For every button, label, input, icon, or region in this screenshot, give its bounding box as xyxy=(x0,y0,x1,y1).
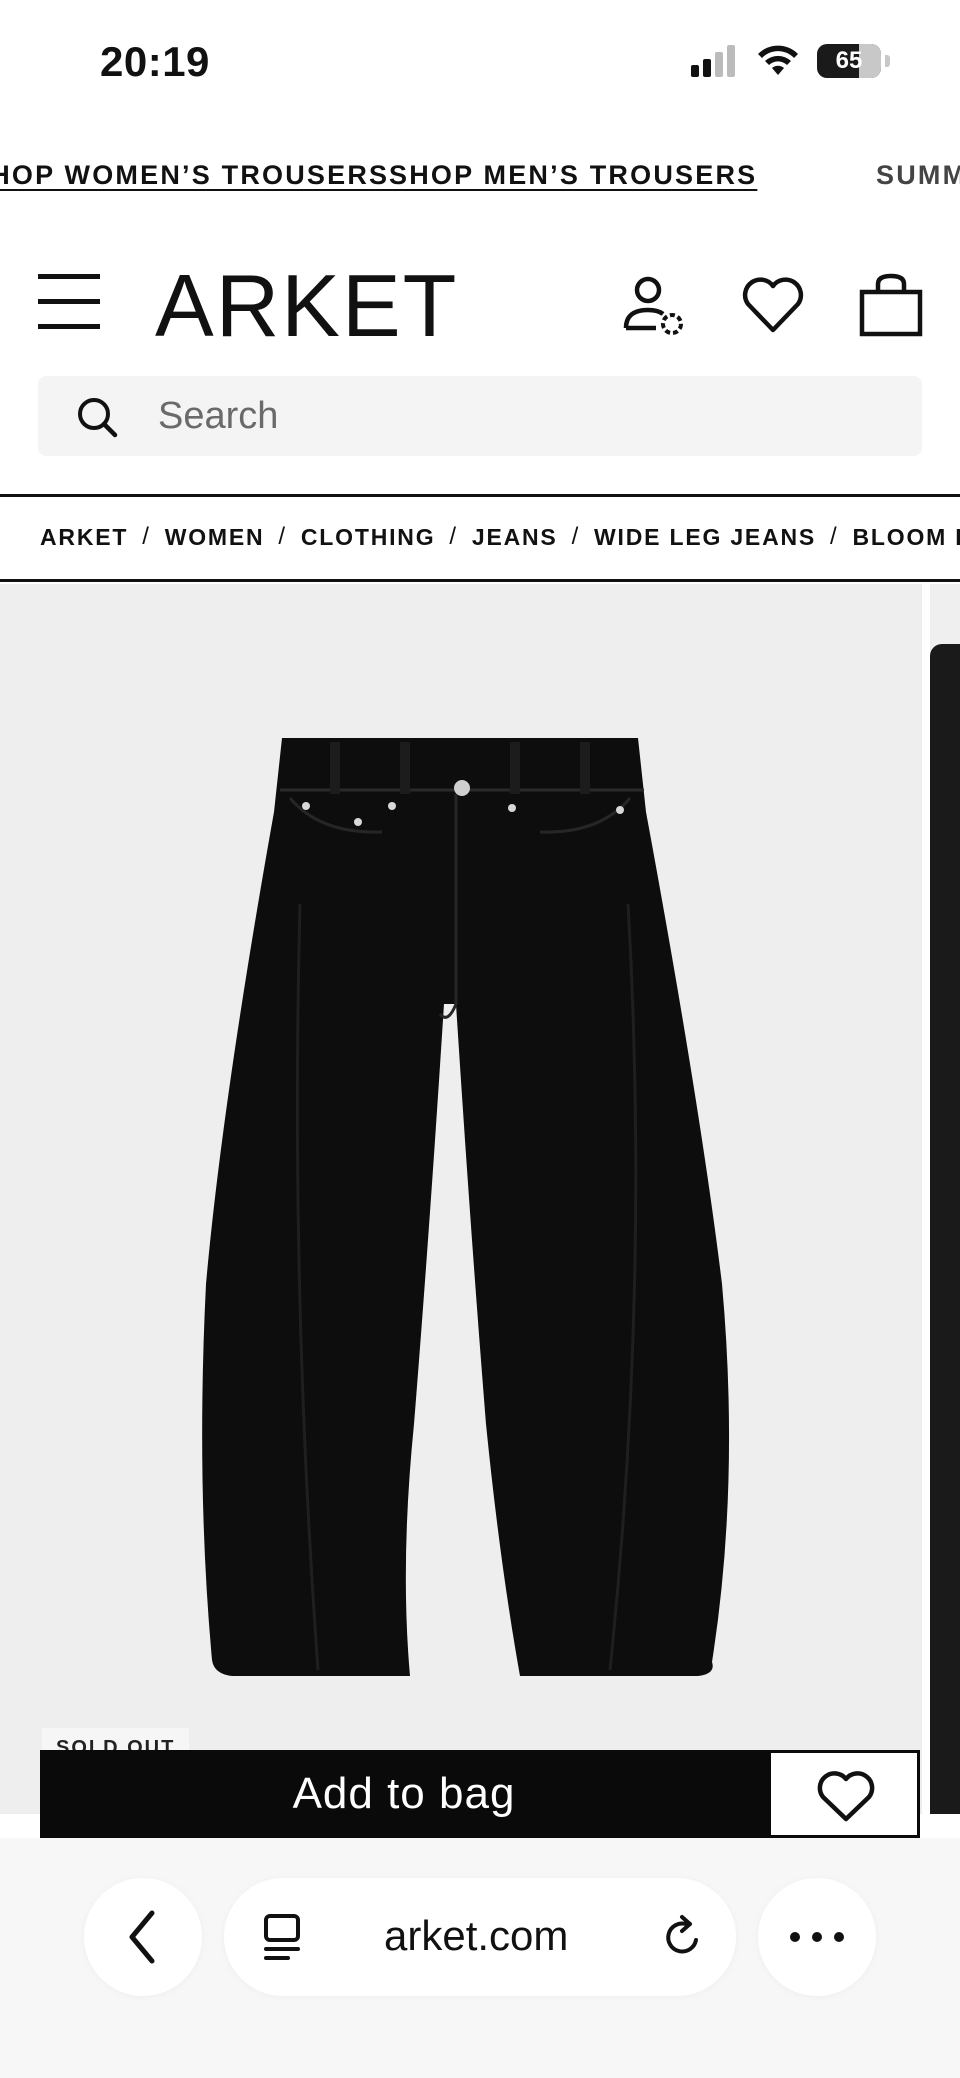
breadcrumb-item-women[interactable]: WOMEN xyxy=(165,524,265,551)
back-icon xyxy=(129,1910,155,1964)
tabs-icon[interactable] xyxy=(260,1913,304,1961)
search-icon[interactable] xyxy=(76,396,118,438)
breadcrumb-item-current: BLOOM BARREL JEANS xyxy=(852,523,960,550)
breadcrumb-item-jeans[interactable]: JEANS xyxy=(472,524,558,551)
bag-icon[interactable] xyxy=(856,270,926,340)
back-button[interactable] xyxy=(84,1878,202,1996)
breadcrumb-separator: / xyxy=(142,523,151,550)
promo-link-men-trousers[interactable]: SHOP MEN’S TROUSERS xyxy=(389,160,757,191)
battery-level: 65 xyxy=(835,47,863,74)
breadcrumb-item-wide-leg-jeans[interactable]: WIDE LEG JEANS xyxy=(594,524,816,551)
breadcrumb-separator: / xyxy=(278,523,287,550)
breadcrumb-separator: / xyxy=(449,523,458,550)
search-bar xyxy=(38,376,922,456)
signal-icon xyxy=(691,45,735,77)
breadcrumb-item-clothing[interactable]: CLOTHING xyxy=(301,524,436,551)
address-bar[interactable]: arket.com xyxy=(224,1878,736,1996)
more-icon xyxy=(790,1932,844,1942)
site-logo[interactable]: ARKET xyxy=(155,256,458,356)
product-image[interactable] xyxy=(0,584,922,1814)
wifi-icon xyxy=(758,45,798,75)
more-button[interactable] xyxy=(758,1878,876,1996)
add-to-wishlist-button[interactable] xyxy=(768,1750,920,1838)
wishlist-icon[interactable] xyxy=(738,270,808,340)
status-icons: 65 xyxy=(691,44,890,78)
promo-marquee: SHOP WOMEN’S TROUSERS SHOP MEN’S TROUSER… xyxy=(0,160,960,198)
jeans-image xyxy=(202,738,730,1676)
breadcrumb: ARKET / WOMEN / CLOTHING / JEANS / WIDE … xyxy=(0,494,960,582)
reload-icon[interactable] xyxy=(660,1914,706,1960)
status-time: 20:19 xyxy=(100,38,210,85)
browser-toolbar: arket.com xyxy=(0,1838,960,2078)
promo-link-summer[interactable]: SUMMER xyxy=(876,160,960,191)
add-to-bag-button[interactable]: Add to bag xyxy=(40,1750,768,1838)
breadcrumb-separator: / xyxy=(571,523,581,550)
status-bar: 20:19 65 xyxy=(0,0,960,120)
promo-link-women-trousers[interactable]: SHOP WOMEN’S TROUSERS xyxy=(0,160,389,191)
site-header: ARKET xyxy=(0,250,960,360)
breadcrumb-separator: / xyxy=(830,523,839,550)
battery-tip xyxy=(885,55,890,67)
search-input[interactable] xyxy=(158,376,898,456)
breadcrumb-item-arket[interactable]: ARKET xyxy=(40,524,128,551)
menu-icon[interactable] xyxy=(38,272,100,332)
battery-icon: 65 xyxy=(817,44,881,78)
next-product-image[interactable] xyxy=(930,584,960,1814)
heart-icon xyxy=(817,1771,875,1822)
url-text[interactable]: arket.com xyxy=(384,1912,568,1960)
account-icon[interactable] xyxy=(618,270,688,340)
